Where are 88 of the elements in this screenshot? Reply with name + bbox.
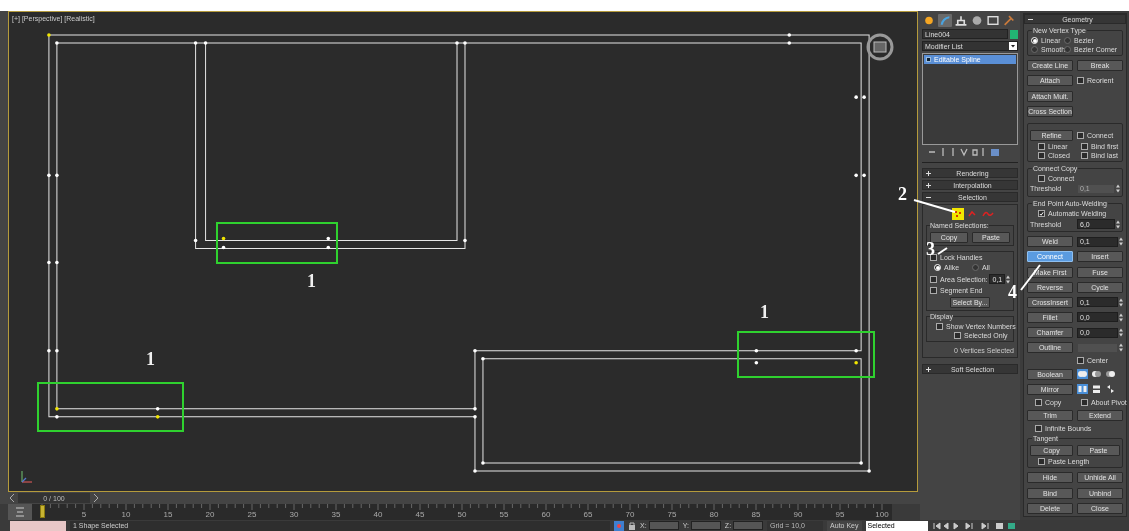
frame-label: 5 <box>81 511 87 519</box>
annotation-number: 1 <box>146 350 155 368</box>
checkbox[interactable] <box>1077 77 1084 85</box>
checkbox[interactable] <box>1038 175 1045 182</box>
lock-icon[interactable] <box>628 520 636 531</box>
expand-icon[interactable] <box>926 170 931 176</box>
frame-label: 75 <box>667 511 677 519</box>
frame-label: 80 <box>709 511 719 519</box>
frame-label: 90 <box>793 511 803 519</box>
spinner-arrows-icon[interactable] <box>1116 219 1120 229</box>
frame-label: 95 <box>835 511 845 519</box>
frame-label: 100 <box>875 511 889 519</box>
panel-tab-icon[interactable] <box>986 13 1000 27</box>
selection-lock-icon[interactable] <box>614 520 624 531</box>
checkbox[interactable] <box>1077 357 1084 365</box>
frame-label: 20 <box>205 511 215 519</box>
boolean-icon[interactable] <box>1091 369 1102 380</box>
coordinate-field[interactable] <box>733 521 764 530</box>
radio-button[interactable] <box>1031 46 1038 54</box>
annotation-number: 3 <box>926 240 935 258</box>
viewcube-icon[interactable] <box>865 32 895 62</box>
leader-line <box>913 199 956 213</box>
annotation-number: 4 <box>1008 283 1017 301</box>
panel-tab-icon[interactable] <box>970 13 984 27</box>
spinner-arrows-icon[interactable] <box>1119 328 1123 338</box>
frame-label: 25 <box>247 511 257 519</box>
radio-button[interactable] <box>1064 37 1071 45</box>
frame-label: 15 <box>163 511 173 519</box>
previous-frame-icon[interactable] <box>8 493 16 503</box>
frame-label: 35 <box>331 511 341 519</box>
checkbox[interactable] <box>936 323 943 330</box>
spinner-arrows-icon[interactable] <box>1006 274 1011 284</box>
panel-tab-icon[interactable] <box>938 13 952 27</box>
checkbox[interactable] <box>1038 210 1045 218</box>
script-listener-field[interactable] <box>10 520 66 531</box>
annotation-number: 2 <box>898 185 907 203</box>
track-bar[interactable]: 5 10 15 20 25 30 35 40 45 50 55 60 65 70 75 80 85 90 95 100 <box>32 504 892 520</box>
boolean-icon[interactable] <box>1077 369 1088 380</box>
axis-tripod-icon <box>19 469 35 485</box>
mirror-icon[interactable] <box>1091 384 1102 395</box>
frame-label: 45 <box>415 511 425 519</box>
checkbox[interactable] <box>1038 151 1045 159</box>
frame-label: 30 <box>289 511 299 519</box>
frame-label: 65 <box>583 511 593 519</box>
checkbox[interactable] <box>1035 398 1042 406</box>
checkbox[interactable] <box>954 332 961 339</box>
mirror-icon[interactable] <box>1077 384 1088 395</box>
checkbox[interactable] <box>930 287 937 294</box>
radio-button[interactable] <box>972 264 979 271</box>
spinner-arrows-icon[interactable] <box>1119 312 1123 322</box>
checkbox[interactable] <box>930 254 937 261</box>
frame-label: 50 <box>457 511 467 519</box>
checkbox[interactable] <box>1035 425 1042 433</box>
frame-label: 40 <box>373 511 383 519</box>
annotation-number: 1 <box>760 303 769 321</box>
checkbox[interactable] <box>1081 142 1088 150</box>
boolean-icon[interactable] <box>1105 369 1116 380</box>
vertex-level-icon[interactable] <box>952 208 964 220</box>
frame-label: 70 <box>625 511 635 519</box>
collapse-icon[interactable] <box>926 194 931 200</box>
dropdown-arrow-icon[interactable] <box>1009 42 1017 50</box>
spinner-arrows-icon[interactable] <box>1116 184 1120 194</box>
frame-label: 60 <box>541 511 551 519</box>
radio-button[interactable] <box>1064 46 1071 54</box>
spinner-arrows-icon[interactable] <box>1119 297 1123 307</box>
checkbox[interactable] <box>930 275 937 283</box>
checkbox[interactable] <box>1081 151 1088 159</box>
checkbox[interactable] <box>1038 458 1045 466</box>
mirror-icon[interactable] <box>1105 384 1116 395</box>
expand-icon[interactable] <box>926 182 931 188</box>
checkbox[interactable] <box>1081 398 1088 406</box>
checkbox[interactable] <box>1077 131 1084 139</box>
frame-label: 55 <box>499 511 509 519</box>
spinner-arrows-icon[interactable] <box>1119 343 1123 353</box>
panel-tab-icon[interactable] <box>1002 13 1016 27</box>
frame-label: 85 <box>751 511 761 519</box>
annotation-number: 1 <box>307 272 316 290</box>
spinner-arrows-icon[interactable] <box>1119 237 1123 247</box>
coordinate-field[interactable] <box>690 521 721 530</box>
coordinate-field[interactable] <box>648 521 679 530</box>
next-frame-icon[interactable] <box>92 493 100 503</box>
leader-line <box>937 247 948 255</box>
time-marker[interactable] <box>40 505 45 518</box>
frame-label: 10 <box>121 511 131 519</box>
object-color-swatch[interactable] <box>1010 29 1018 39</box>
expand-icon[interactable] <box>926 366 931 372</box>
collapse-icon[interactable] <box>1028 16 1033 22</box>
checkbox[interactable] <box>1038 142 1045 150</box>
